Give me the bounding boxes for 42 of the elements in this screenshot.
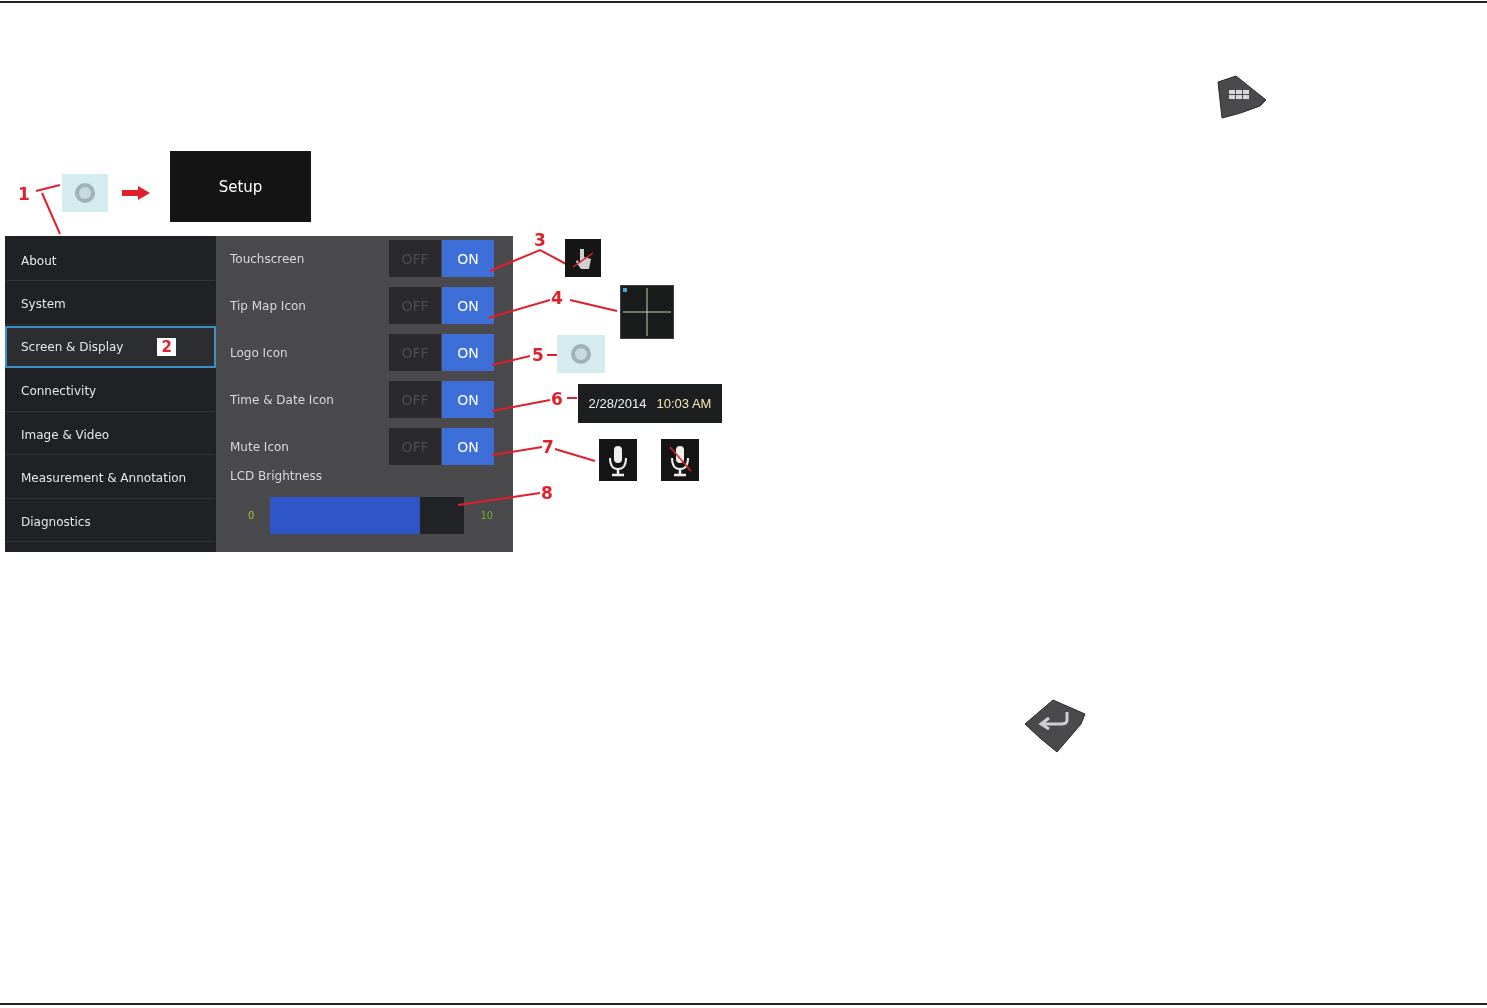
max-label: 10 bbox=[480, 510, 494, 521]
tip-map-icon bbox=[620, 285, 674, 339]
logo-icon bbox=[74, 182, 96, 204]
setting-label: Logo Icon bbox=[230, 345, 288, 360]
callout-number: 4 bbox=[551, 288, 563, 308]
sidebar-item[interactable]: System bbox=[5, 282, 216, 325]
callout-number: 7 bbox=[542, 437, 554, 457]
min-label: 0 bbox=[248, 510, 255, 521]
sidebar-item[interactable]: Screen & Display 2 bbox=[5, 326, 216, 368]
on-toggle[interactable]: ON bbox=[442, 287, 494, 324]
sidebar-item[interactable]: Diagnostics bbox=[5, 500, 216, 542]
sidebar-item[interactable]: Image & Video bbox=[5, 413, 216, 455]
callout-number: 1 bbox=[18, 184, 30, 204]
callout-number: 8 bbox=[541, 483, 553, 503]
microphone-icon bbox=[599, 439, 637, 481]
logo-icon bbox=[557, 335, 605, 373]
muted-microphone-icon bbox=[661, 439, 699, 481]
brightness-slider[interactable] bbox=[270, 497, 465, 534]
setting-label: Mute Icon bbox=[230, 439, 289, 454]
setting-label: Time & Date Icon bbox=[230, 392, 334, 407]
on-toggle[interactable]: ON bbox=[442, 334, 494, 371]
setting-label: Touchscreen bbox=[230, 251, 305, 266]
on-toggle[interactable]: ON bbox=[442, 428, 494, 465]
leader-line bbox=[35, 184, 61, 235]
setup-title: Setup bbox=[170, 151, 311, 222]
setting-label: LCD Brightness bbox=[230, 469, 324, 483]
date-text: 2/28/2014 bbox=[588, 396, 647, 411]
callout-number: 5 bbox=[532, 345, 544, 365]
menu-key-icon bbox=[1214, 74, 1268, 122]
on-toggle[interactable]: ON bbox=[442, 240, 494, 277]
return-key-icon bbox=[1023, 698, 1087, 754]
on-toggle[interactable]: ON bbox=[442, 381, 494, 418]
sidebar-item[interactable]: Connectivity bbox=[5, 369, 216, 412]
time-text: 10:03 AM bbox=[656, 396, 712, 411]
callout-badge: 2 bbox=[157, 338, 176, 356]
sidebar-item[interactable]: Measurement & Annotation bbox=[5, 456, 216, 499]
arrow-icon bbox=[122, 186, 150, 200]
touch-off-icon bbox=[565, 239, 601, 277]
setting-label: Tip Map Icon bbox=[230, 298, 306, 313]
sidebar-item[interactable]: About bbox=[5, 239, 216, 281]
callout-number: 6 bbox=[551, 389, 563, 409]
callout-number: 3 bbox=[534, 230, 546, 250]
